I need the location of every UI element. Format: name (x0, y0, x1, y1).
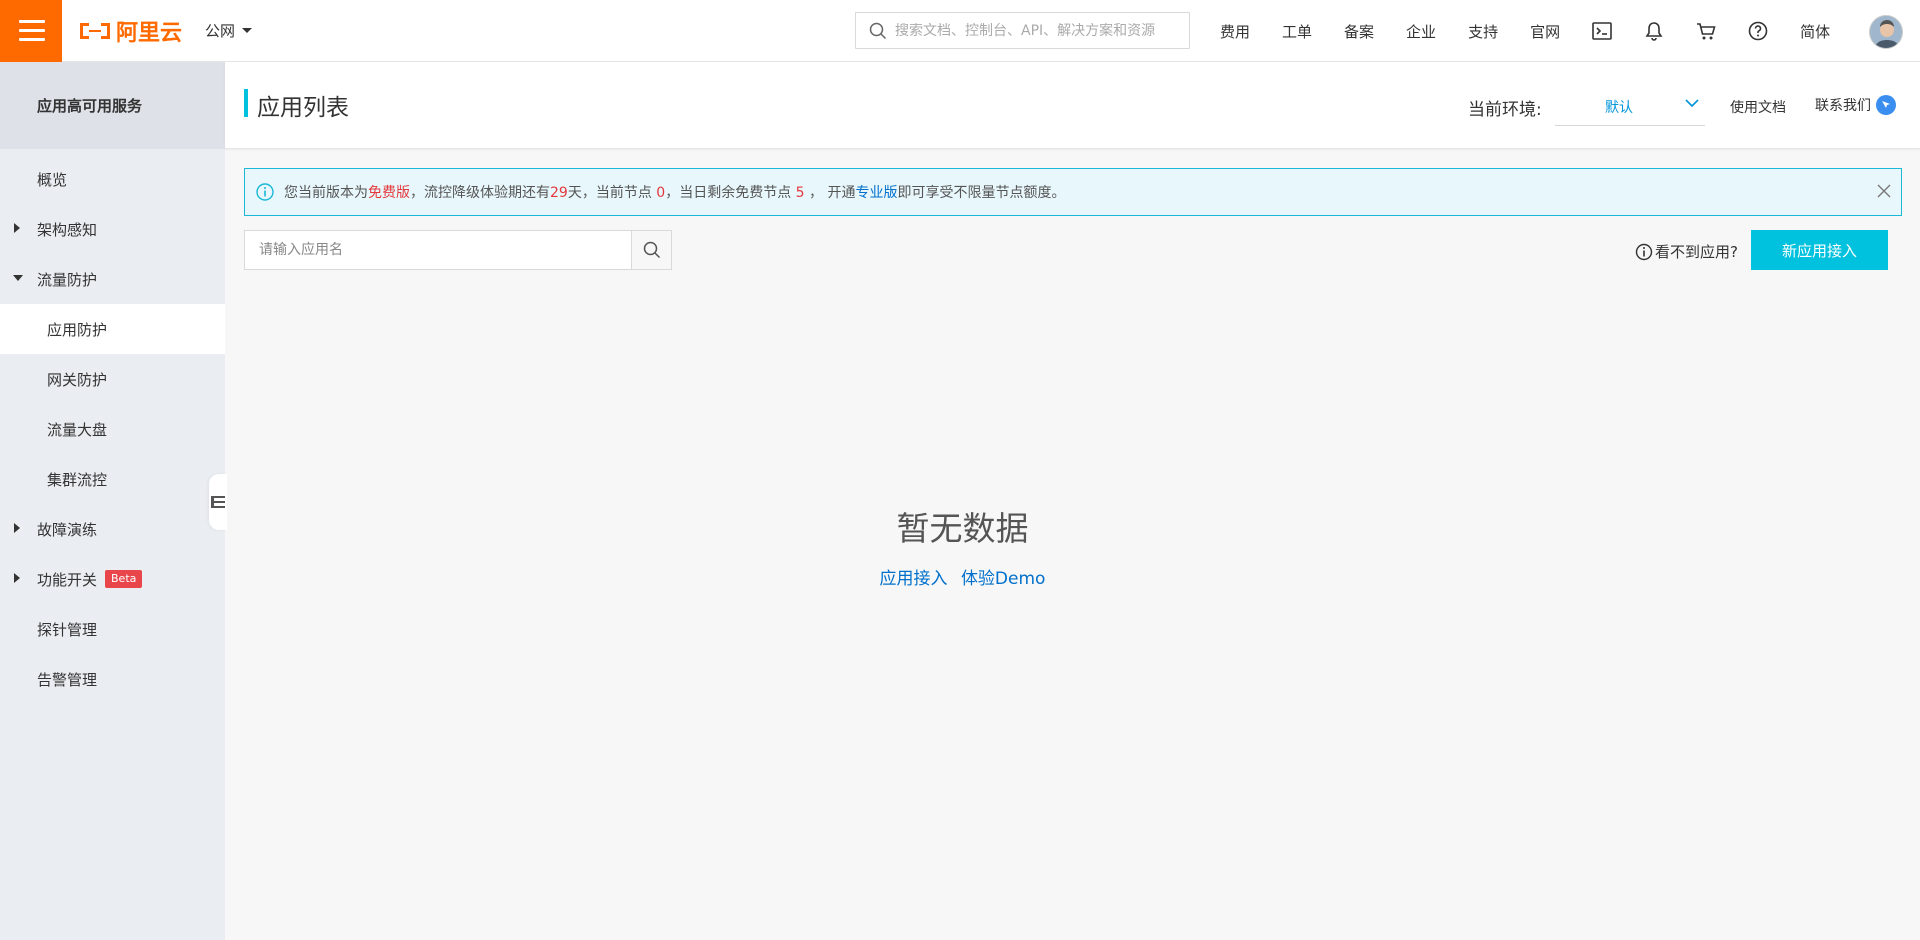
menu-icon[interactable] (0, 0, 62, 62)
notice-text-part: 天，当前节点 (567, 185, 657, 201)
aliyun-logo[interactable]: 阿里云 (78, 16, 182, 46)
cart-icon[interactable] (1696, 21, 1716, 41)
sidebar-item-probe-management[interactable]: 探针管理 (0, 604, 225, 654)
notice-days: 29 (550, 185, 568, 201)
caret-right-icon (14, 223, 20, 233)
notice-text-part: ， 开通 (804, 185, 856, 201)
env-select-value: 默认 (1605, 100, 1633, 116)
notice-text-part: 您当前版本为 (284, 185, 368, 201)
nav-website[interactable]: 官网 (1530, 21, 1560, 42)
terminal-icon[interactable] (1592, 21, 1612, 41)
collapse-icon (211, 496, 225, 508)
sidebar-item-label: 应用防护 (47, 320, 108, 339)
top-nav: 费用 工单 备案 企业 支持 官网 简体 (1220, 0, 1862, 62)
empty-state: 暂无数据 应用接入 体验Demo (225, 502, 1700, 589)
caret-down-icon (242, 28, 253, 33)
notice-nodes: 0 (656, 185, 666, 201)
sidebar-item-label: 故障演练 (37, 520, 98, 539)
notice-banner: 您当前版本为免费版，流控降级体验期还有29天，当前节点 0，当日剩余免费节点 5… (244, 168, 1902, 216)
language-switch[interactable]: 简体 (1800, 21, 1830, 42)
cant-see-app-label: 看不到应用? (1655, 243, 1738, 261)
caret-right-icon (14, 573, 20, 583)
empty-links: 应用接入 体验Demo (225, 564, 1700, 589)
sidebar-item-overview[interactable]: 概览 (0, 154, 225, 204)
new-app-button[interactable]: 新应用接入 (1751, 230, 1888, 270)
cant-see-app-link[interactable]: 看不到应用? (1635, 241, 1738, 262)
env-label: 当前环境: (1468, 100, 1542, 120)
logo-text: 阿里云 (116, 21, 183, 46)
notice-edition: 免费版 (368, 185, 410, 201)
nav-icp[interactable]: 备案 (1344, 21, 1374, 42)
pro-edition-link[interactable]: 专业版 (855, 185, 897, 201)
top-bar: 阿里云 公网 费用 工单 备案 企业 支持 官网 简体 (0, 0, 1920, 62)
sidebar-item-label: 网关防护 (47, 370, 108, 389)
sidebar-item-label: 告警管理 (37, 670, 98, 689)
page-title: 应用列表 (257, 95, 349, 121)
sidebar-item-label: 架构感知 (37, 220, 98, 239)
region-selector[interactable]: 公网 (205, 20, 253, 41)
app-search-button[interactable] (631, 231, 671, 269)
notice-text-part: ，流控降级体验期还有 (410, 185, 550, 201)
beta-badge: Beta (105, 570, 143, 588)
sidebar-item-traffic-dashboard[interactable]: 流量大盘 (0, 404, 225, 454)
page-header: 应用列表 当前环境: 默认 使用文档 联系我们 (225, 62, 1920, 149)
avatar[interactable] (1869, 15, 1903, 49)
empty-title: 暂无数据 (896, 509, 1029, 548)
nav-fees[interactable]: 费用 (1220, 21, 1250, 42)
notice-free-nodes: 5 (795, 185, 805, 201)
help-icon[interactable] (1748, 21, 1768, 41)
sidebar-item-traffic-protection[interactable]: 流量防护 (0, 254, 225, 304)
sidebar-item-app-protection[interactable]: 应用防护 (0, 304, 225, 354)
caret-right-icon (14, 523, 20, 533)
sidebar: 应用高可用服务 概览 架构感知 流量防护 应用防护 网关防护 流量大盘 集群流控… (0, 62, 225, 940)
nav-support[interactable]: 支持 (1468, 21, 1498, 42)
sidebar-item-label: 功能开关 (37, 570, 98, 589)
sidebar-item-cluster-flow[interactable]: 集群流控 (0, 454, 225, 504)
sidebar-item-label: 流量防护 (37, 270, 98, 289)
doc-link[interactable]: 使用文档 (1730, 97, 1786, 117)
app-search (244, 230, 672, 270)
notice-text-part: ，当日剩余免费节点 (665, 185, 796, 201)
app-access-link[interactable]: 应用接入 (880, 569, 948, 589)
notice-text: 您当前版本为免费版，流控降级体验期还有29天，当前节点 0，当日剩余免费节点 5… (284, 182, 1065, 202)
title-accent-bar (244, 89, 248, 117)
caret-down-icon (13, 275, 23, 281)
contact-link-label: 联系我们 (1815, 98, 1871, 114)
region-label: 公网 (205, 22, 236, 40)
env-select[interactable]: 默认 (1555, 86, 1705, 126)
info-icon (1635, 243, 1653, 260)
info-icon (256, 183, 274, 201)
sidebar-item-gateway-protection[interactable]: 网关防护 (0, 354, 225, 404)
search-icon (643, 241, 660, 259)
search-icon (869, 22, 887, 39)
sidebar-item-architecture[interactable]: 架构感知 (0, 204, 225, 254)
app-search-input[interactable] (245, 231, 631, 269)
sidebar-item-label: 流量大盘 (47, 420, 108, 439)
sidebar-title: 应用高可用服务 (0, 62, 225, 149)
nav-enterprise[interactable]: 企业 (1406, 21, 1436, 42)
sidebar-item-alert-management[interactable]: 告警管理 (0, 654, 225, 704)
bell-icon[interactable] (1644, 21, 1664, 41)
contact-link[interactable]: 联系我们 (1815, 95, 1896, 115)
main-content: 应用列表 当前环境: 默认 使用文档 联系我们 您当前版本为免费版，流控降级体验… (225, 62, 1920, 940)
global-search[interactable] (855, 12, 1190, 49)
nav-tickets[interactable]: 工单 (1282, 21, 1312, 42)
sidebar-item-label: 集群流控 (47, 470, 108, 489)
aliyun-logo-icon (80, 23, 110, 39)
global-search-input[interactable] (895, 22, 1175, 39)
demo-link[interactable]: 体验Demo (961, 569, 1046, 589)
chat-icon (1876, 95, 1896, 115)
close-icon[interactable] (1877, 184, 1891, 202)
sidebar-item-fault-drill[interactable]: 故障演练 (0, 504, 225, 554)
sidebar-item-label: 探针管理 (37, 620, 98, 639)
sidebar-item-feature-switch[interactable]: 功能开关 Beta (0, 554, 225, 604)
chevron-down-icon (1685, 99, 1699, 108)
sidebar-item-label: 概览 (37, 170, 68, 189)
notice-text-part: 即可享受不限量节点额度。 (897, 185, 1066, 201)
